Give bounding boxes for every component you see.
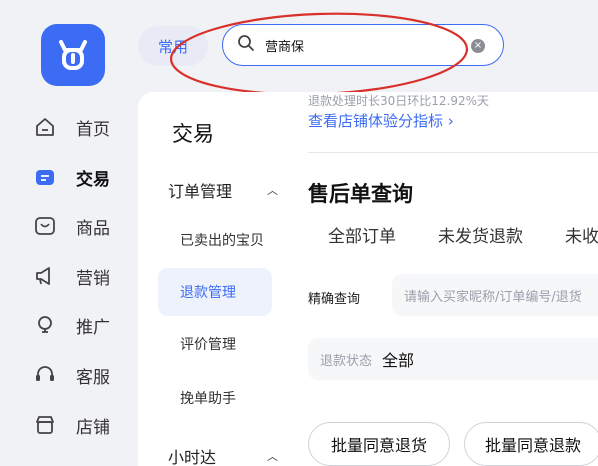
- submenu-item-retention-assistant[interactable]: 挽单助手: [158, 374, 272, 422]
- nav-item-label: 客服: [76, 367, 110, 388]
- trade-icon: [34, 166, 56, 188]
- clear-search-icon[interactable]: ×: [471, 39, 485, 53]
- app-logo[interactable]: [41, 24, 105, 86]
- main-content: 退款处理时长30日环比12.92%天 查看店铺体验分指标 › 售后单查询 全部订…: [294, 92, 598, 466]
- nav-item-home[interactable]: 首页: [34, 112, 134, 142]
- order-tabs: 全部订单 未发货退款 未收: [328, 222, 598, 247]
- left-nav-rail: 首页 交易 商品 营销 推广 客服 店铺: [0, 0, 138, 466]
- submenu-group-label: 小时达: [168, 448, 217, 466]
- refund-duration-notice: 退款处理时长30日环比12.92%天: [308, 94, 490, 108]
- refund-status-value: 全部: [382, 351, 415, 370]
- store-score-link[interactable]: 查看店铺体验分指标 ›: [308, 110, 454, 131]
- nav-item-marketing[interactable]: 营销: [34, 261, 134, 291]
- secondary-menu: 交易 订单管理 ︿ 已卖出的宝贝 退款管理 评价管理 挽单助手 小时达 ︿: [138, 92, 294, 466]
- megaphone-icon: [34, 265, 56, 287]
- goods-icon: [34, 215, 56, 237]
- nav-item-goods[interactable]: 商品: [34, 211, 134, 241]
- submenu-item-review-management[interactable]: 评价管理: [158, 320, 272, 368]
- global-search-box[interactable]: ×: [222, 24, 504, 66]
- nav-item-label: 首页: [76, 119, 110, 140]
- frequent-shortcut-button[interactable]: 常用: [138, 26, 208, 66]
- submenu-group-order-management[interactable]: 订单管理 ︿: [168, 178, 278, 202]
- search-icon: [237, 34, 255, 56]
- nav-item-promotion[interactable]: 推广: [34, 310, 134, 340]
- nav-item-trade[interactable]: 交易: [34, 162, 134, 192]
- nav-item-store[interactable]: 店铺: [34, 410, 134, 440]
- nav-item-label: 交易: [76, 169, 110, 190]
- search-input[interactable]: [265, 37, 455, 53]
- submenu-group-hourly-delivery[interactable]: 小时达 ︿: [168, 444, 278, 466]
- batch-agree-return-button[interactable]: 批量同意退货: [308, 422, 450, 466]
- home-icon: [34, 116, 56, 138]
- lightbulb-icon: [34, 314, 56, 336]
- page-title: 售后单查询: [308, 182, 413, 206]
- submenu-item-sold-items[interactable]: 已卖出的宝贝: [158, 216, 272, 264]
- batch-agree-refund-button[interactable]: 批量同意退款: [464, 422, 598, 466]
- exact-search-input[interactable]: 请输入买家昵称/订单编号/退货: [392, 274, 598, 316]
- headset-icon: [34, 364, 56, 386]
- nav-item-label: 店铺: [76, 417, 110, 438]
- nav-item-customer-service[interactable]: 客服: [34, 360, 134, 390]
- nav-item-label: 推广: [76, 317, 110, 338]
- submenu-group-label: 订单管理: [168, 182, 233, 201]
- submenu-title: 交易: [172, 122, 214, 146]
- chevron-up-icon: ︿: [267, 184, 278, 197]
- submenu-item-refund-management[interactable]: 退款管理: [158, 268, 272, 316]
- store-icon: [34, 414, 56, 436]
- exact-search-label: 精确查询: [308, 292, 361, 307]
- chevron-up-icon: ︿: [267, 450, 278, 463]
- tab-unreceived[interactable]: 未收: [565, 222, 598, 247]
- tab-unshipped-refund[interactable]: 未发货退款: [438, 222, 523, 247]
- tab-all-orders[interactable]: 全部订单: [328, 222, 396, 247]
- divider: [308, 152, 598, 153]
- refund-status-select[interactable]: 退款状态 全部: [308, 338, 598, 380]
- refund-status-label: 退款状态: [320, 353, 373, 369]
- bull-logo-icon: [59, 40, 87, 70]
- nav-item-label: 营销: [76, 268, 110, 289]
- nav-item-label: 商品: [76, 218, 110, 239]
